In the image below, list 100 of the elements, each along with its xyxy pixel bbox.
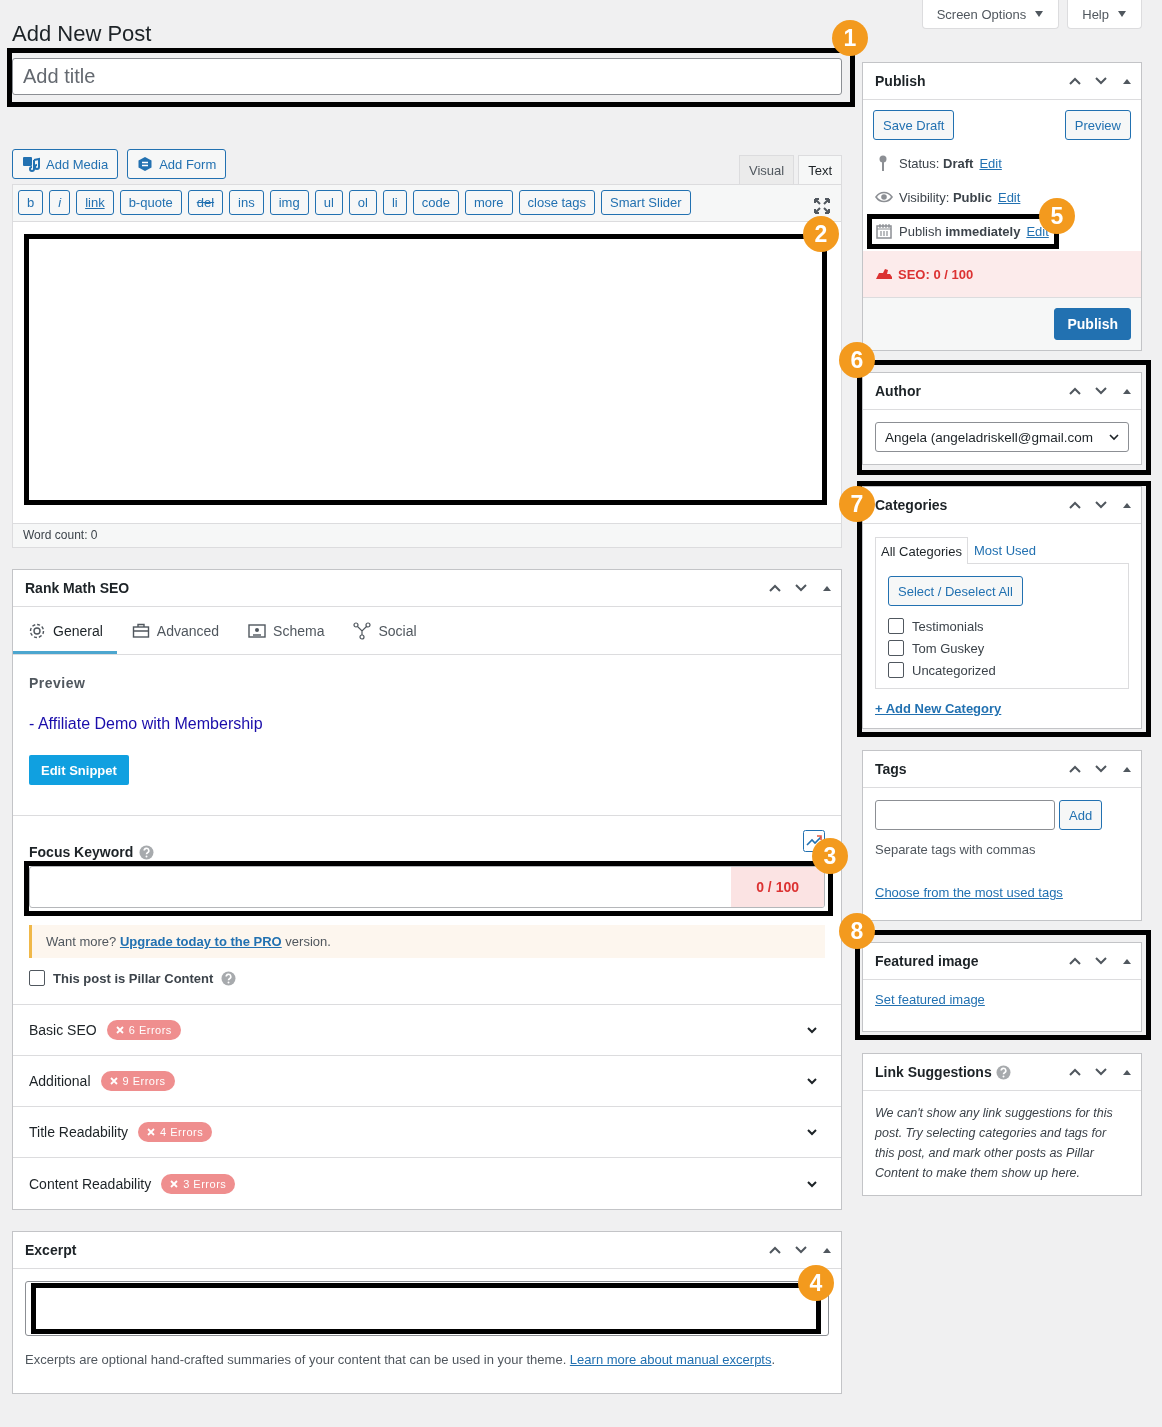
box-title: Excerpt — [25, 1242, 77, 1258]
edit-link[interactable]: Edit — [997, 189, 1021, 205]
accordion-row[interactable]: Basic SEO 6 Errors — [13, 1005, 841, 1056]
help-icon — [995, 1064, 1011, 1080]
format-button[interactable]: ins — [229, 189, 264, 215]
box-title: Rank Math SEO — [25, 580, 130, 596]
checkbox-label: Tom Guskey — [912, 640, 985, 656]
chevron-icon — [1108, 431, 1120, 443]
format-button[interactable]: close tags — [518, 189, 596, 215]
checkbox-label: Uncategorized — [912, 662, 996, 678]
info-text: We can't show any link suggestions for this post. Try selecting categories and tags for this post, and mark other posts as Pillar Content to make them show up here. — [875, 1105, 1114, 1182]
format-button[interactable]: code — [412, 189, 459, 215]
accordion-row[interactable]: Content Readability 3 Errors — [13, 1158, 841, 1209]
status-text: Status: Draft — [899, 155, 974, 171]
edit-link[interactable]: Edit — [1026, 223, 1049, 239]
seo-tab[interactable]: Advanced — [116, 607, 234, 654]
number-badge: 1 — [832, 20, 868, 56]
format-button[interactable]: img — [269, 189, 309, 215]
editor-button[interactable]: Add Media — [12, 149, 119, 179]
publish-button[interactable]: Publish — [1054, 308, 1131, 340]
gear-icon — [28, 621, 46, 640]
category-tab[interactable]: Most Used — [967, 536, 1043, 563]
editor-tab[interactable]: Text — [798, 155, 842, 184]
dropdown-tab[interactable]: Screen Options — [921, 0, 1060, 29]
media-icon — [22, 156, 40, 172]
select-all-button[interactable]: Select / Deselect All — [888, 576, 1023, 606]
error-badge: 4 Errors — [138, 1122, 213, 1142]
checkbox-label: This post is Pillar Content — [53, 970, 214, 986]
caret-icon — [1034, 10, 1045, 18]
edit-link[interactable]: Edit — [979, 155, 1002, 171]
seo-tab[interactable]: Schema — [233, 607, 339, 654]
number-badge: 4 — [798, 1265, 834, 1301]
page-title: Add New Post — [12, 20, 153, 48]
edit-snippet-button[interactable]: Edit Snippet — [29, 755, 129, 785]
box-title: Tags — [875, 761, 907, 777]
notice-text: Want more? Upgrade today to the PRO version. — [29, 925, 825, 958]
checkbox[interactable] — [888, 662, 904, 678]
help-icon — [221, 970, 237, 986]
accordion-row[interactable]: Title Readability 4 Errors — [13, 1107, 841, 1158]
box-title: Categories — [875, 497, 948, 513]
box-title: Publish — [875, 73, 926, 89]
error-badge: 6 Errors — [106, 1020, 181, 1040]
seo-score: SEO: 0 / 100 — [898, 266, 974, 282]
x-icon — [109, 1077, 118, 1085]
format-button[interactable]: b — [18, 189, 44, 215]
box-title: Link Suggestions — [875, 1064, 992, 1080]
format-button[interactable]: ol — [348, 189, 377, 215]
word-count: Word count: 0 — [13, 523, 841, 547]
box-title: Author — [875, 383, 921, 399]
snippet-title: - Affiliate Demo with Membership — [29, 715, 264, 733]
format-button[interactable]: Smart Slider — [601, 189, 691, 215]
format-button[interactable]: del — [187, 189, 224, 215]
fullscreen-icon[interactable] — [813, 197, 831, 215]
checkbox[interactable] — [888, 618, 904, 634]
author-dropdown[interactable]: Angela (angeladriskell@gmail.com — [875, 422, 1129, 452]
hint-text: Separate tags with commas — [875, 842, 1037, 857]
dropdown-tab[interactable]: Help — [1067, 0, 1142, 29]
toolbox-icon — [131, 621, 150, 640]
add-category-link[interactable]: + Add New Category — [875, 701, 1002, 716]
format-button[interactable]: link — [76, 189, 114, 215]
format-button[interactable]: more — [464, 189, 513, 215]
format-button[interactable]: ul — [314, 189, 343, 215]
title-field[interactable]: Add title — [12, 58, 842, 95]
help-icon — [139, 844, 155, 860]
seo-tab[interactable]: Social — [338, 607, 431, 654]
tags-link[interactable]: Choose from the most used tags — [875, 885, 1063, 900]
calendar-icon — [875, 222, 893, 240]
format-button[interactable]: b-quote — [119, 189, 182, 215]
upgrade-link[interactable]: Upgrade today to the PRO — [119, 934, 282, 949]
keyword-field[interactable]: 0 / 100 — [29, 866, 825, 908]
seo-tab[interactable]: General — [13, 607, 117, 654]
editor-button[interactable]: Add Form — [127, 149, 227, 179]
form-icon — [137, 156, 154, 172]
section-heading: Preview — [29, 675, 87, 691]
error-badge: 3 Errors — [161, 1173, 236, 1194]
x-icon — [170, 1179, 179, 1188]
format-button[interactable]: li — [382, 189, 407, 215]
add-button[interactable]: Add — [1059, 800, 1103, 830]
status-text: Visibility: Public — [899, 189, 992, 205]
save-draft-button[interactable]: Save Draft — [873, 110, 955, 140]
number-badge: 2 — [803, 216, 839, 252]
status-text: Publish immediately — [899, 223, 1021, 239]
error-badge: 9 Errors — [100, 1071, 175, 1091]
accordion-row[interactable]: Additional 9 Errors — [13, 1056, 841, 1107]
help-text: Excerpts are optional hand-crafted summaries of your content that can be used in your theme. Learn more about manual excerpts. — [25, 1352, 777, 1367]
checkbox[interactable] — [888, 640, 904, 656]
checkbox[interactable] — [29, 970, 45, 986]
checkbox-label: Testimonials — [912, 618, 984, 634]
category-tab[interactable]: All Categories — [875, 537, 968, 564]
score-label: 0 / 100 — [731, 867, 824, 907]
preview-button[interactable]: Preview — [1064, 110, 1131, 140]
tag-field[interactable] — [875, 800, 1055, 830]
box-title: Featured image — [875, 953, 979, 969]
featured-image-link[interactable]: Set featured image — [875, 992, 985, 1007]
caret-icon — [1117, 10, 1127, 18]
editor-tab[interactable]: Visual — [738, 155, 795, 184]
format-button[interactable]: i — [49, 189, 71, 215]
number-badge: 3 — [812, 838, 848, 874]
field-label: Focus Keyword — [29, 844, 134, 860]
network-icon — [353, 621, 372, 640]
